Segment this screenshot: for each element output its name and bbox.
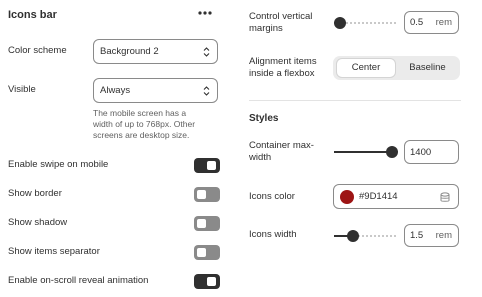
ellipsis-icon[interactable] — [196, 6, 214, 20]
vertical-margins-slider-thumb[interactable] — [334, 17, 346, 29]
alignment-segmented-control: Center Baseline — [333, 56, 460, 80]
toggle-label-reveal: Enable on-scroll reveal animation — [8, 275, 149, 286]
alignment-label: Alignment items inside a flexbox — [249, 56, 317, 79]
icons-width-label: Icons width — [249, 229, 297, 240]
icons-color-label: Icons color — [249, 191, 295, 202]
scroll-reveal-toggle[interactable] — [194, 274, 220, 289]
show-shadow-toggle[interactable] — [194, 216, 220, 231]
icons-width-input[interactable]: 1.5 rem — [404, 224, 459, 247]
color-scheme-select[interactable]: Background 2 — [93, 39, 218, 64]
toggle-label-separator: Show items separator — [8, 246, 100, 257]
container-width-input[interactable]: 1400 — [404, 140, 459, 164]
unit-label: rem — [435, 17, 452, 28]
show-border-toggle[interactable] — [194, 187, 220, 202]
visible-value: Always — [100, 85, 131, 96]
container-width-slider-thumb[interactable] — [386, 146, 398, 158]
chevron-up-down-icon — [203, 46, 210, 57]
container-width-label: Container max- width — [249, 140, 314, 163]
section-title: Icons bar — [8, 9, 57, 21]
toggle-label-shadow: Show shadow — [8, 217, 68, 228]
show-separator-toggle[interactable] — [194, 245, 220, 260]
vertical-margins-input[interactable]: 0.5 rem — [404, 11, 459, 34]
divider — [249, 100, 461, 101]
unit-label: rem — [435, 230, 452, 241]
visible-label: Visible — [8, 84, 36, 95]
visible-select[interactable]: Always — [93, 78, 218, 103]
swipe-mobile-toggle[interactable] — [194, 158, 220, 173]
color-scheme-label: Color scheme — [8, 45, 67, 56]
alignment-option-center[interactable]: Center — [337, 59, 395, 77]
alignment-option-baseline[interactable]: Baseline — [399, 59, 456, 77]
visible-help-text: The mobile screen has a width of up to 7… — [93, 108, 196, 140]
chevron-up-down-icon — [203, 85, 210, 96]
icons-width-slider-thumb[interactable] — [347, 230, 359, 242]
toggle-label-swipe: Enable swipe on mobile — [8, 159, 109, 170]
database-icon — [440, 192, 450, 202]
icons-color-input[interactable]: #9D1414 — [333, 184, 459, 209]
styles-heading: Styles — [249, 113, 279, 124]
color-swatch[interactable] — [340, 190, 354, 204]
toggle-label-border: Show border — [8, 188, 62, 199]
vertical-margins-label: Control vertical margins — [249, 11, 313, 34]
color-scheme-value: Background 2 — [100, 46, 159, 57]
